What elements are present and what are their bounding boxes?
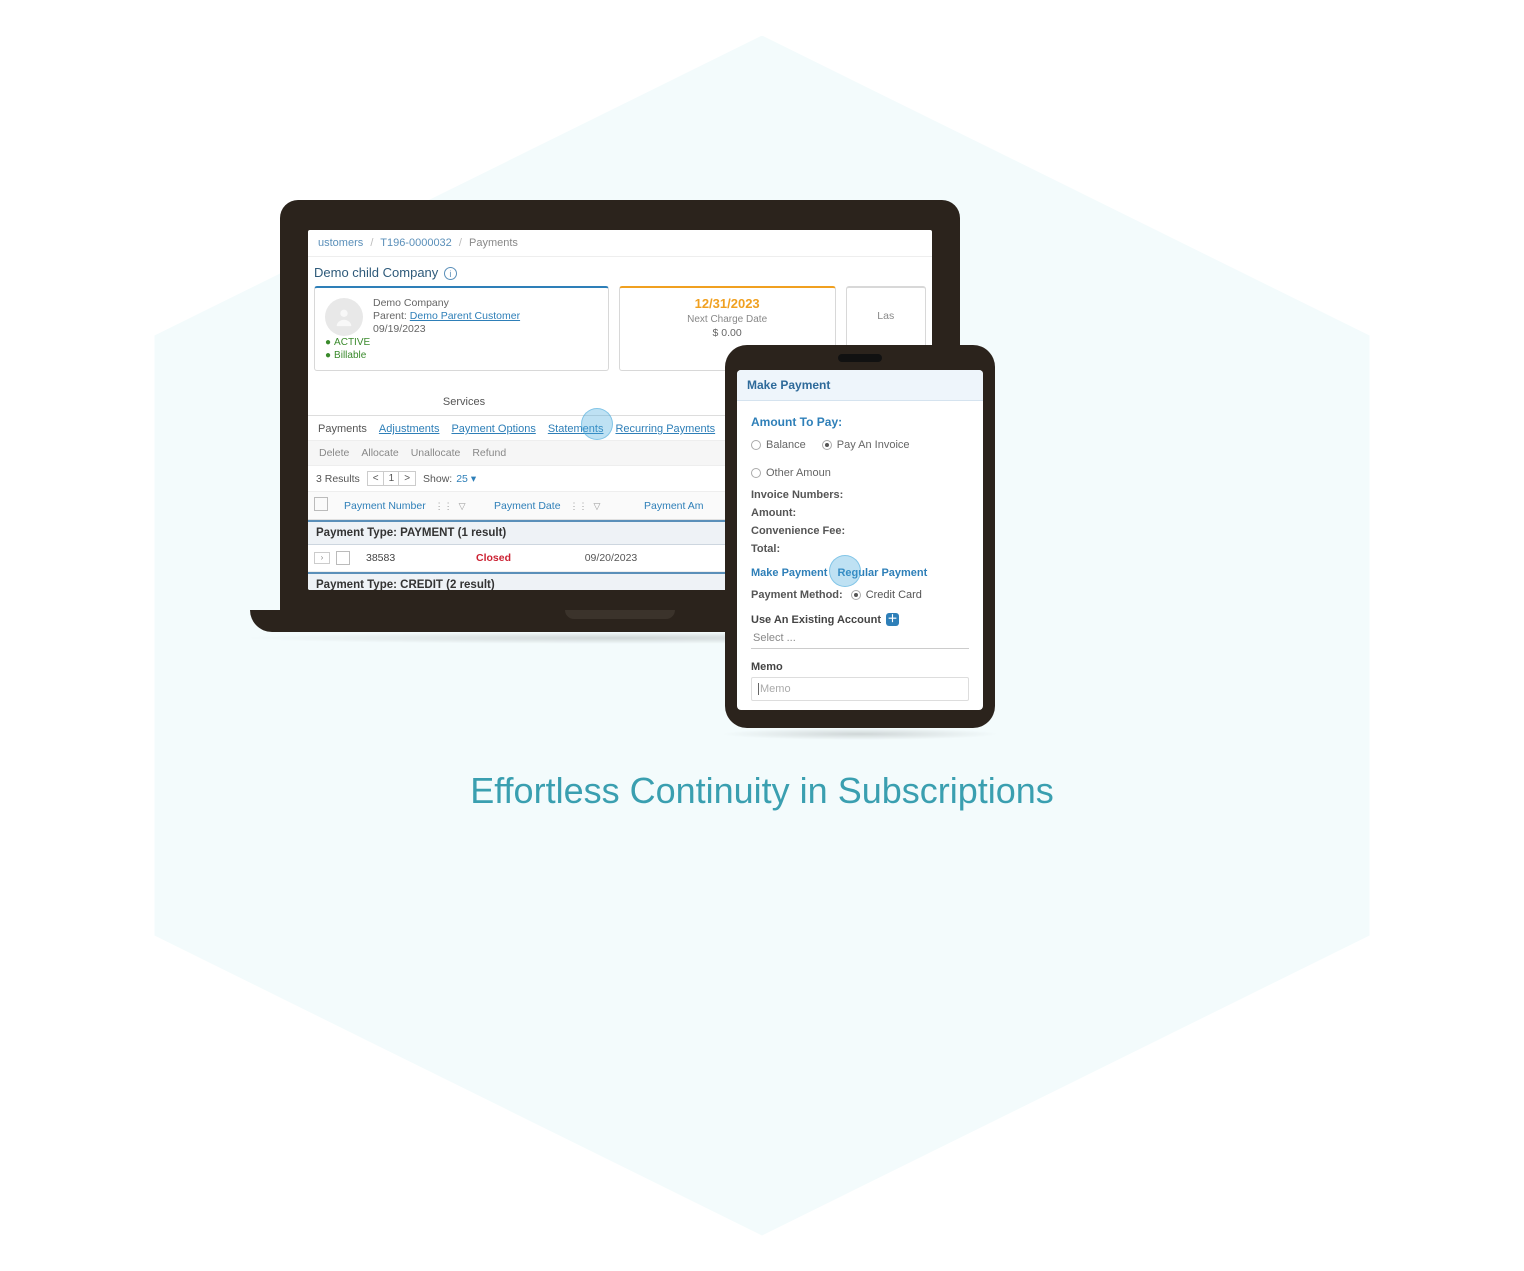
company-date: 09/19/2023 [325,323,598,335]
status-active: ACTIVE [325,337,370,348]
col-payment-date[interactable]: Payment Date [494,500,561,512]
tablet-camera [838,354,882,362]
col-payment-number[interactable]: Payment Number [344,500,426,512]
next-charge-date: 12/31/2023 [630,296,825,311]
breadcrumb: ustomers / T196-0000032 / Payments [308,230,932,257]
memo-placeholder: Memo [758,683,791,695]
subtab-payment-options[interactable]: Payment Options [451,423,535,435]
expand-icon[interactable]: › [314,552,330,564]
parent-label: Parent: [373,310,407,322]
memo-label: Memo [751,661,969,673]
row-number: 38583 [366,552,476,564]
status-billable: Billable [325,350,366,361]
company-title-text: Demo child Company [314,265,438,280]
results-count: 3 Results [316,473,360,485]
handle-icon[interactable]: ⋮⋮ [435,501,453,512]
subtab-payments[interactable]: Payments [318,423,367,435]
radio-invoice-label: Pay An Invoice [837,439,910,451]
laptop-notch [565,610,675,619]
next-charge-amount: $ 0.00 [630,327,825,339]
convenience-fee-label: Convenience Fee: [751,525,969,537]
breadcrumb-sep: / [370,237,373,249]
radio-other-label: Other Amoun [766,467,831,479]
right-card-text: Las [857,310,915,322]
radio-other-amount[interactable]: Other Amoun [751,467,831,479]
show-dropdown[interactable]: 25 ▾ [456,473,476,485]
breadcrumb-customers[interactable]: ustomers [318,237,363,249]
total-label: Total: [751,543,969,555]
page-headline: Effortless Continuity in Subscriptions [0,770,1524,812]
amount-label: Amount: [751,507,969,519]
radio-balance[interactable]: Balance [751,439,806,451]
tab-services[interactable]: Services [308,389,620,415]
memo-input[interactable]: Memo [751,677,969,701]
company-card: Demo Company Parent: Demo Parent Custome… [314,286,609,371]
breadcrumb-sep: / [459,237,462,249]
action-refund[interactable]: Refund [467,445,511,461]
pager-next[interactable]: > [398,471,416,486]
company-name: Demo Company [325,297,598,309]
radio-pay-invoice[interactable]: Pay An Invoice [822,439,910,451]
row-status: Closed [476,552,536,564]
radio-cc-label: Credit Card [866,589,922,601]
show-value: 25 [456,473,468,485]
show-label: Show: [423,473,452,485]
payment-method-label: Payment Method: [751,589,843,601]
row-date: 09/20/2023 [536,552,686,564]
parent-link[interactable]: Demo Parent Customer [410,310,520,322]
avatar [325,298,363,336]
row-checkbox[interactable] [336,551,350,565]
next-charge-label: Next Charge Date [630,314,825,325]
amount-to-pay-heading: Amount To Pay: [751,415,969,429]
tablet-screen: Make Payment Amount To Pay: Balance Pay … [737,370,983,710]
existing-account-label: Use An Existing Account [751,614,881,626]
radio-credit-card[interactable]: Credit Card [851,589,922,601]
subtab-recurring-payments[interactable]: Recurring Payments [615,423,715,435]
radio-balance-label: Balance [766,439,806,451]
info-icon[interactable]: i [444,267,457,280]
breadcrumb-id[interactable]: T196-0000032 [380,237,452,249]
filter-icon[interactable]: ▽ [593,501,600,512]
subtab-statements[interactable]: Statements [548,423,604,435]
tablet-device: Make Payment Amount To Pay: Balance Pay … [725,345,995,740]
select-all-checkbox[interactable] [314,497,328,511]
subtab-adjustments[interactable]: Adjustments [379,423,440,435]
breadcrumb-page: Payments [469,237,518,249]
existing-account-select[interactable]: Select ... [751,628,969,649]
link-regular-payment[interactable]: Regular Payment [837,567,927,579]
action-delete[interactable]: Delete [314,445,354,461]
action-unallocate[interactable]: Unallocate [406,445,466,461]
make-payment-header: Make Payment [737,370,983,401]
company-title: Demo child Company i [308,257,932,286]
pager: < 1 > [368,471,415,486]
plus-icon[interactable]: ＋ [886,613,899,626]
filter-icon[interactable]: ▽ [459,501,466,512]
invoice-numbers-label: Invoice Numbers: [751,489,969,501]
link-make-payment[interactable]: Make Payment [751,567,827,579]
handle-icon[interactable]: ⋮⋮ [569,501,587,512]
action-allocate[interactable]: Allocate [356,445,403,461]
